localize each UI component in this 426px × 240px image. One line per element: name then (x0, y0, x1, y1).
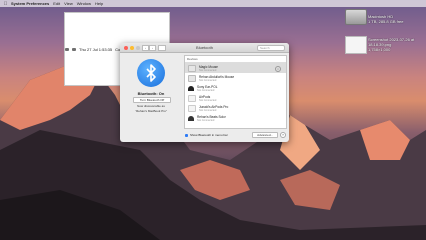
device-row[interactable]: Rehan's Beats Solo³ Not Connected (185, 113, 286, 123)
device-row[interactable]: Magic Mouse Not Connected × (185, 63, 286, 73)
menu-window[interactable]: Window (77, 1, 91, 6)
discoverable-device-name: “Rehan's MacBook Pro” (135, 109, 167, 113)
remove-device-icon[interactable]: × (275, 66, 281, 72)
bluetooth-status-panel: Bluetooth: On Turn Bluetooth Off Now dis… (120, 53, 182, 142)
advanced-button[interactable]: Advanced... (252, 132, 278, 138)
mouse-icon (188, 74, 196, 82)
menu-bar:  System Preferences Edit View Window He… (0, 0, 426, 86)
menu-edit[interactable]: Edit (53, 1, 60, 6)
screenshot-file-icon[interactable]: Screenshot 2023-07-26 at 18.18.39.png 1,… (341, 36, 414, 54)
show-all-grid-icon[interactable] (158, 44, 166, 51)
device-status: Not Connected (197, 88, 215, 92)
airpods-icon (188, 94, 196, 102)
turn-bluetooth-off-button[interactable]: Turn Bluetooth Off (133, 97, 171, 103)
device-status: Not Connected (199, 108, 217, 112)
device-row[interactable]: AirPods Not Connected (185, 93, 286, 103)
headphones-icon (188, 85, 194, 91)
device-row[interactable]: Junaid's AirPods Pro Not Connected (185, 103, 286, 113)
close-button[interactable] (124, 45, 128, 50)
menu-app-name[interactable]: System Preferences (11, 1, 49, 6)
screenshot-label: Screenshot 2023-07-26 at 18.18.39.png 1,… (368, 37, 415, 52)
desktop:  System Preferences Edit View Window He… (0, 0, 426, 240)
devices-header: Devices (185, 56, 286, 63)
battery-icon[interactable] (72, 47, 76, 51)
zoom-button[interactable] (136, 45, 140, 50)
menu-help[interactable]: Help (95, 1, 103, 6)
forward-button[interactable]: › (149, 44, 156, 51)
hard-drive-icon (345, 9, 367, 25)
device-status: Not Connected (199, 98, 217, 102)
image-file-icon (345, 36, 367, 54)
menubar-clock[interactable]: Thu 27 Jul 1:53:35 (79, 47, 112, 52)
mouse-icon (188, 64, 196, 72)
devices-list: Devices Magic Mouse Not Connected × Reha… (184, 55, 287, 129)
macintosh-hd-icon[interactable]: Macintosh HD 1 TB, 285.8 GB free (341, 9, 404, 25)
apple-menu-icon[interactable]:  (3, 1, 8, 7)
hd-label: Macintosh HD 1 TB, 285.8 GB free (368, 14, 404, 24)
back-button[interactable]: ‹ (142, 44, 149, 51)
device-row[interactable]: Rehan Abdullah's Mouse Not Connected (185, 73, 286, 83)
minimize-button[interactable] (130, 45, 134, 50)
device-status: Not Connected (197, 118, 215, 122)
device-status: Not Connected (199, 68, 217, 72)
menu-view[interactable]: View (64, 1, 73, 6)
discoverable-label: Now discoverable as (137, 104, 165, 108)
device-status: Not Connected (199, 78, 217, 82)
wifi-icon[interactable] (65, 47, 69, 51)
bluetooth-icon (137, 59, 165, 87)
search-input[interactable]: Search (257, 45, 285, 51)
bluetooth-preferences-window: ‹ › Bluetooth Search Bluetooth: On Turn … (120, 43, 289, 142)
window-footer: Show Bluetooth in menu bar Advanced... ? (184, 131, 288, 139)
airpods-icon (188, 104, 196, 112)
show-in-menubar-label[interactable]: Show Bluetooth in menu bar (190, 133, 228, 137)
title-bar[interactable]: ‹ › Bluetooth Search (120, 43, 289, 53)
help-button[interactable]: ? (280, 132, 286, 138)
show-in-menubar-checkbox[interactable] (185, 133, 188, 137)
headphones-icon (188, 115, 194, 121)
device-row[interactable]: Sony Ear-POL Not Connected (185, 83, 286, 93)
bluetooth-status: Bluetooth: On (137, 91, 165, 96)
